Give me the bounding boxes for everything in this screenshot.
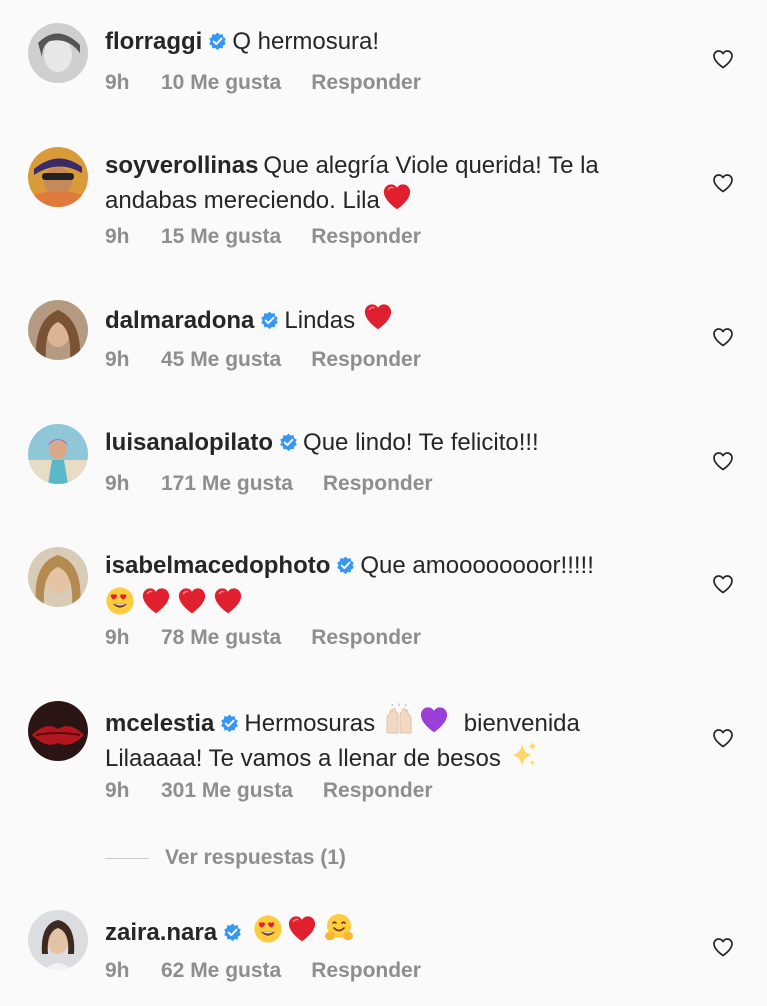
- comment-text: Lindas: [284, 307, 356, 334]
- likes-count[interactable]: 301 Me gusta: [161, 779, 293, 803]
- verified-badge-icon: [220, 714, 239, 733]
- sparkles-icon: [509, 740, 539, 770]
- avatar[interactable]: [28, 547, 88, 607]
- red-heart-icon: [382, 182, 412, 212]
- likes-count[interactable]: 10 Me gusta: [161, 71, 281, 95]
- comment-text: Hermosuras: [244, 710, 376, 737]
- reply-button[interactable]: Responder: [311, 71, 421, 95]
- reply-button[interactable]: Responder: [311, 626, 421, 650]
- avatar[interactable]: [28, 147, 88, 207]
- heart-outline-icon[interactable]: [711, 449, 735, 473]
- comment-time: 9h: [105, 348, 130, 371]
- comment-meta: 9h 78 Me gusta Responder: [105, 626, 421, 650]
- raising-hands-icon: [383, 703, 415, 735]
- red-heart-icon: [287, 914, 317, 944]
- verified-badge-icon: [336, 556, 355, 575]
- reply-button[interactable]: Responder: [311, 348, 421, 372]
- username[interactable]: zaira.nara: [105, 919, 217, 946]
- verified-badge-icon: [208, 32, 227, 51]
- view-replies-label: Ver respuestas (1): [165, 846, 346, 869]
- likes-count[interactable]: 15 Me gusta: [161, 225, 281, 249]
- red-heart-icon: [177, 586, 207, 616]
- avatar[interactable]: [28, 300, 88, 360]
- purple-heart-icon: [419, 705, 449, 735]
- verified-badge-icon: [260, 311, 279, 330]
- hugging-face-icon: [323, 912, 355, 944]
- view-replies-button[interactable]: Ver respuestas (1): [105, 846, 346, 870]
- reply-button[interactable]: Responder: [323, 472, 433, 496]
- likes-count[interactable]: 171 Me gusta: [161, 472, 293, 496]
- verified-badge-icon: [223, 923, 242, 942]
- comment-meta: 9h 62 Me gusta Responder: [105, 959, 421, 983]
- red-heart-icon: [213, 586, 243, 616]
- verified-badge-icon: [279, 433, 298, 452]
- heart-outline-icon[interactable]: [711, 171, 735, 195]
- comment-meta: 9h 10 Me gusta Responder: [105, 71, 421, 95]
- heart-outline-icon[interactable]: [711, 325, 735, 349]
- heart-outline-icon[interactable]: [711, 572, 735, 596]
- heart-outline-icon[interactable]: [711, 935, 735, 959]
- comment-time: 9h: [105, 779, 130, 802]
- username[interactable]: soyverollinas: [105, 152, 258, 179]
- username[interactable]: luisanalopilato: [105, 429, 273, 456]
- comment-meta: 9h 45 Me gusta Responder: [105, 348, 421, 372]
- username[interactable]: dalmaradona: [105, 307, 254, 334]
- avatar[interactable]: [28, 910, 88, 970]
- red-heart-icon: [141, 586, 171, 616]
- heart-eyes-icon: [253, 914, 283, 944]
- comment-text: Que lindo! Te felicito!!!: [303, 429, 539, 456]
- username[interactable]: mcelestia: [105, 710, 214, 737]
- comment-meta: 9h 301 Me gusta Responder: [105, 779, 433, 803]
- heart-eyes-icon: [105, 586, 135, 616]
- comment-text: Que amoooooooor!!!!!: [360, 552, 594, 579]
- likes-count[interactable]: 78 Me gusta: [161, 626, 281, 650]
- comment-time: 9h: [105, 626, 130, 649]
- red-heart-icon: [363, 302, 393, 332]
- comment-time: 9h: [105, 959, 130, 982]
- comment-time: 9h: [105, 225, 130, 248]
- likes-count[interactable]: 62 Me gusta: [161, 959, 281, 983]
- comment-time: 9h: [105, 71, 130, 94]
- heart-outline-icon[interactable]: [711, 726, 735, 750]
- likes-count[interactable]: 45 Me gusta: [161, 348, 281, 372]
- reply-button[interactable]: Responder: [311, 225, 421, 249]
- reply-button[interactable]: Responder: [311, 959, 421, 983]
- avatar[interactable]: [28, 424, 88, 484]
- username[interactable]: florraggi: [105, 28, 202, 55]
- heart-outline-icon[interactable]: [711, 47, 735, 71]
- comment-meta: 9h 171 Me gusta Responder: [105, 472, 433, 496]
- comment-time: 9h: [105, 472, 130, 495]
- reply-button[interactable]: Responder: [323, 779, 433, 803]
- divider: [105, 857, 149, 859]
- comment-meta: 9h 15 Me gusta Responder: [105, 225, 421, 249]
- avatar[interactable]: [28, 701, 88, 761]
- comment-text: Q hermosura!: [232, 28, 380, 55]
- username[interactable]: isabelmacedophoto: [105, 552, 330, 579]
- avatar[interactable]: [28, 23, 88, 83]
